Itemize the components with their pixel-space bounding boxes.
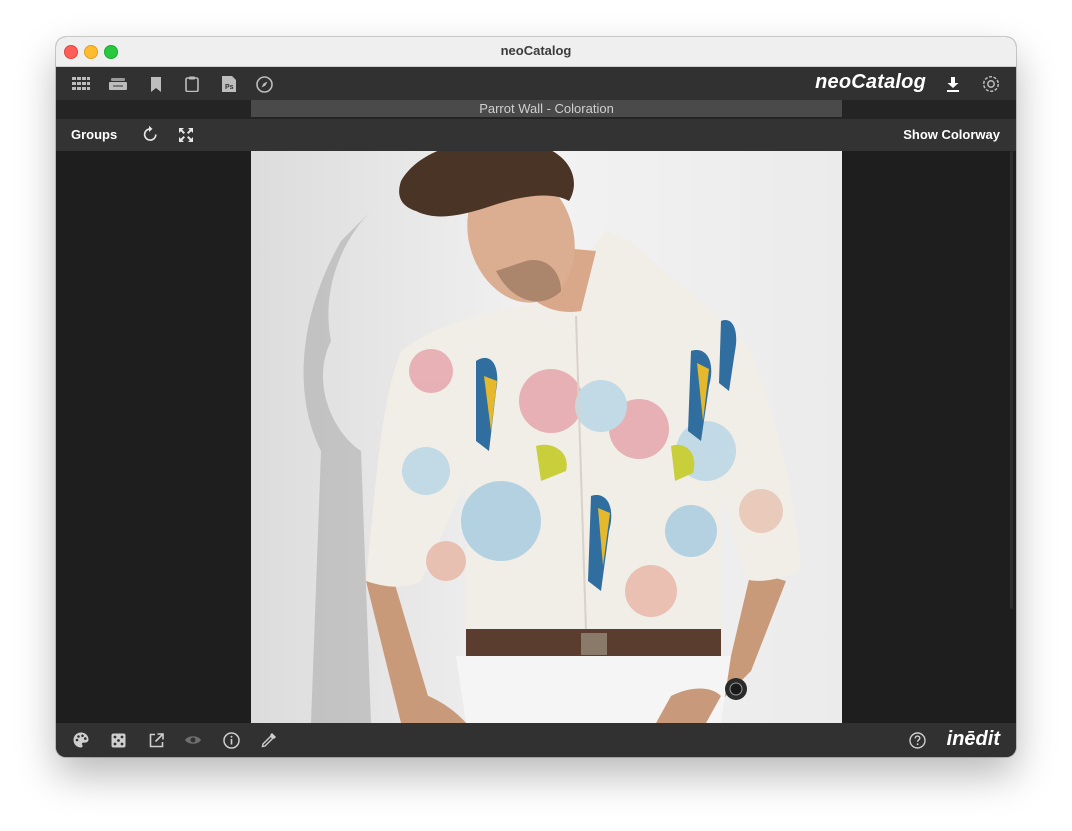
refresh-icon[interactable] xyxy=(139,123,161,145)
external-link-icon[interactable] xyxy=(145,729,167,751)
eyedropper-icon[interactable] xyxy=(258,729,280,751)
title-bar: neoCatalog xyxy=(56,37,1016,67)
gear-icon[interactable] xyxy=(980,73,1002,95)
app-brand: neoCatalog xyxy=(815,71,926,93)
help-icon[interactable] xyxy=(906,729,928,751)
bookmark-icon[interactable] xyxy=(145,73,167,95)
grid-icon[interactable] xyxy=(70,73,92,95)
download-icon[interactable] xyxy=(942,73,964,95)
stack-icon[interactable] xyxy=(107,73,129,95)
app-window: neoCatalog Ps neoCatalog Parrot Wall - C… xyxy=(56,37,1016,757)
inedit-logo: inēdit xyxy=(946,728,1000,750)
photoshop-label: Ps xyxy=(225,84,234,91)
document-strip: Parrot Wall - Coloration xyxy=(56,100,1016,119)
clipboard-icon[interactable] xyxy=(181,73,203,95)
compass-icon[interactable] xyxy=(253,73,275,95)
document-title: Parrot Wall - Coloration xyxy=(251,100,842,117)
main-toolbar: Ps neoCatalog xyxy=(56,67,1016,100)
expand-icon[interactable] xyxy=(175,124,197,146)
eye-icon[interactable] xyxy=(182,729,204,751)
product-photo xyxy=(251,151,842,723)
bottom-toolbar: inēdit xyxy=(56,723,1016,757)
groups-button[interactable]: Groups xyxy=(71,127,117,142)
photoshop-icon[interactable]: Ps xyxy=(218,73,240,95)
dice-icon[interactable] xyxy=(107,729,129,751)
window-title: neoCatalog xyxy=(500,43,572,58)
info-icon[interactable] xyxy=(220,729,242,751)
preview-area xyxy=(56,151,1016,723)
palette-icon[interactable] xyxy=(70,729,92,751)
show-colorway-button[interactable]: Show Colorway xyxy=(903,127,1000,142)
vertical-scrollbar[interactable] xyxy=(1010,151,1013,609)
sub-toolbar: Groups Show Colorway xyxy=(56,119,1016,151)
